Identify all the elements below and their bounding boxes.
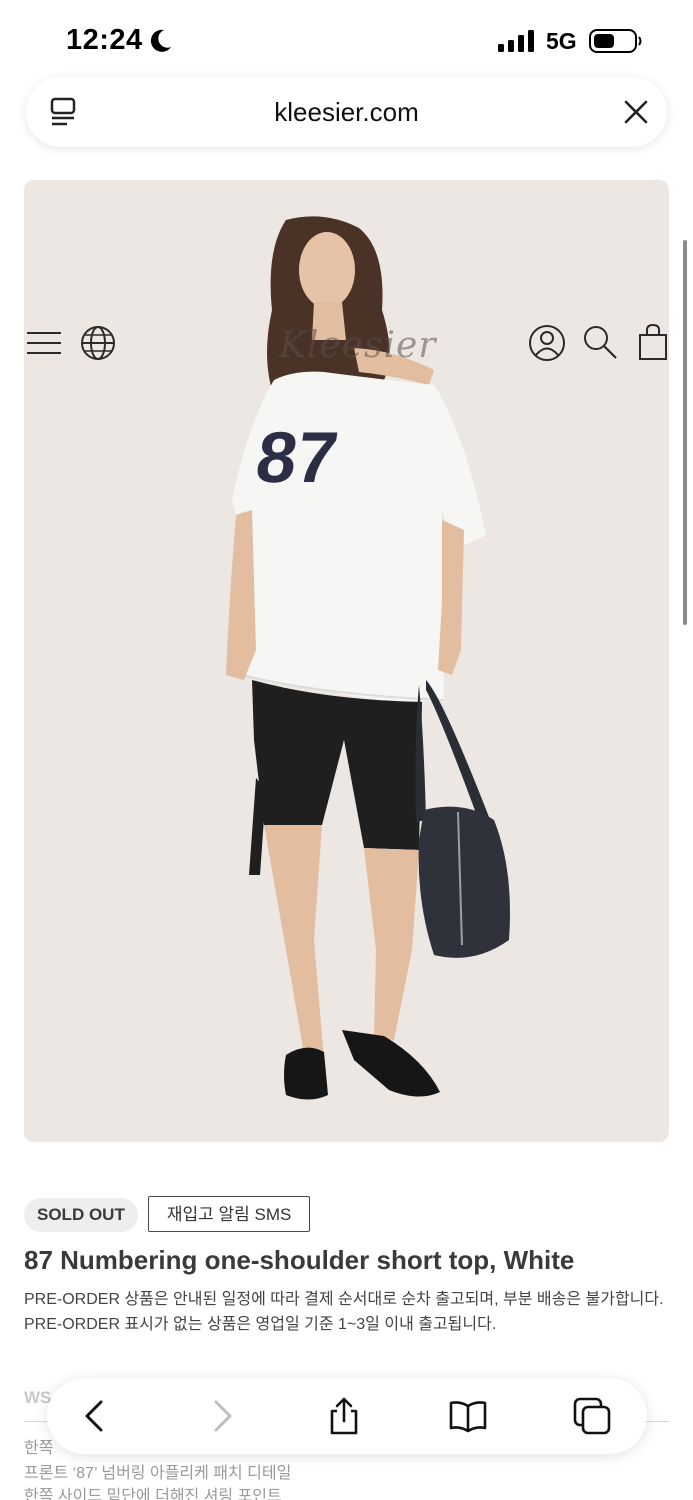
share-button[interactable] <box>324 1396 364 1436</box>
share-icon <box>330 1397 358 1435</box>
search-icon[interactable] <box>582 324 618 360</box>
description-line: 프론트 ‘87’ 넘버링 아플리케 패치 디테일 <box>24 1465 292 1482</box>
site-logo[interactable]: Kleesier <box>279 325 437 366</box>
tabs-button[interactable] <box>572 1396 612 1436</box>
sold-out-badge: SOLD OUT <box>24 1198 138 1232</box>
forward-button[interactable] <box>202 1396 242 1436</box>
tabs-icon <box>573 1397 611 1435</box>
forward-icon <box>214 1400 232 1432</box>
preorder-notice: PRE-ORDER 상품은 안내된 일정에 따라 결제 순서대로 순차 출고되며… <box>24 1291 664 1333</box>
scroll-indicator[interactable] <box>683 240 687 625</box>
product-title: 87 Numbering one-shoulder short top, Whi… <box>24 1245 575 1275</box>
signal-icon <box>498 30 534 52</box>
url-bar[interactable]: kleesier.com <box>26 77 667 147</box>
restock-sms-button[interactable]: 재입고 알림 SMS <box>147 1196 311 1232</box>
section-label[interactable]: WS <box>24 1388 51 1408</box>
network-label: 5G <box>546 28 577 54</box>
description-line: 한쪽 <box>24 1440 54 1457</box>
account-icon[interactable] <box>528 324 566 362</box>
bookmarks-button[interactable] <box>448 1396 488 1436</box>
close-icon[interactable] <box>623 99 649 125</box>
globe-icon[interactable] <box>80 325 116 361</box>
bookmarks-icon <box>449 1401 487 1433</box>
moon-icon <box>150 29 171 52</box>
status-bar: 12:24 5G <box>0 0 693 78</box>
status-time: 12:24 <box>66 24 143 56</box>
product-image[interactable]: 87 Kleesier <box>24 180 669 1142</box>
url-text[interactable]: kleesier.com <box>26 97 667 128</box>
back-icon <box>85 1400 103 1432</box>
battery-icon <box>589 29 642 53</box>
browser-toolbar <box>47 1378 647 1454</box>
shirt-number-print: 87 <box>251 418 342 498</box>
description-line: 한쪽 사이드 밑단에 더해진 셔링 포인트 <box>24 1488 282 1500</box>
bag-icon[interactable] <box>638 323 668 361</box>
back-button[interactable] <box>75 1396 115 1436</box>
badge-row: SOLD OUT 재입고 알림 SMS <box>24 1196 311 1234</box>
menu-icon[interactable] <box>26 330 62 356</box>
